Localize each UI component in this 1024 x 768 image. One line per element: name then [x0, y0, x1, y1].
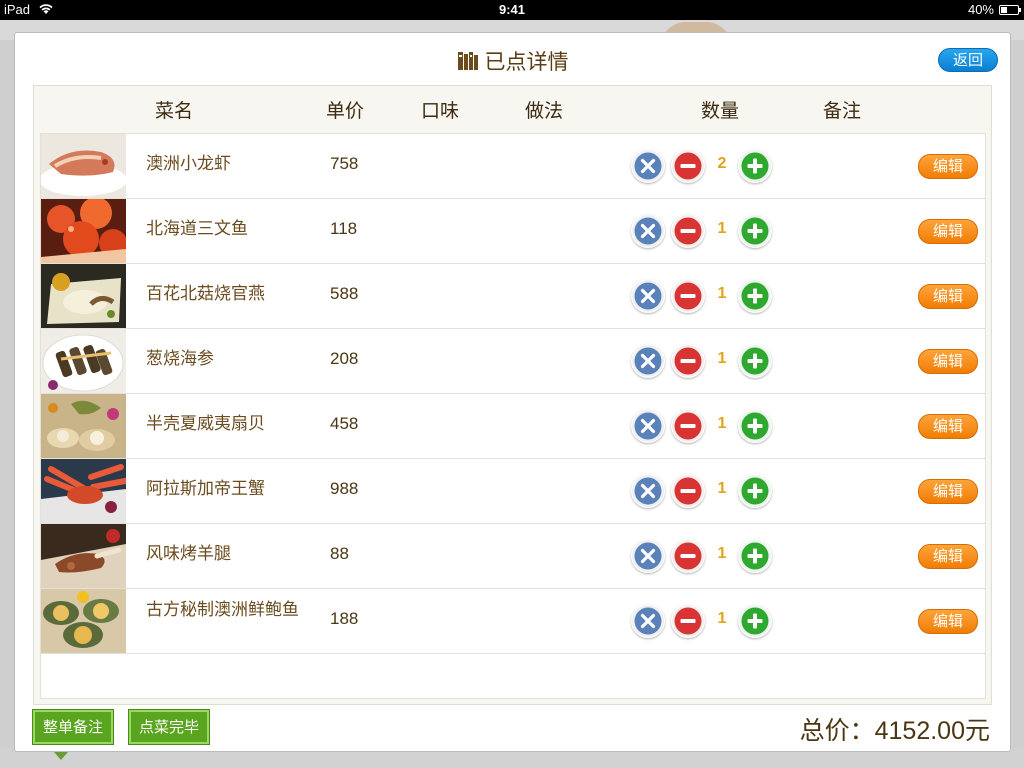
total-label: 总价： [799, 716, 875, 745]
edit-item-button[interactable]: 编辑 [918, 219, 978, 244]
order-note-button[interactable]: 整单备注 [32, 709, 114, 745]
ordered-items-panel: 菜名 单价 口味 做法 数量 备注 澳洲小龙虾 758 2 编辑 北海道三文鱼 … [33, 85, 992, 705]
column-header-method: 做法 [525, 100, 564, 122]
decrease-quantity-button[interactable] [671, 344, 705, 378]
column-header-note: 备注 [823, 100, 862, 122]
order-item-row: 阿拉斯加帝王蟹 988 1 编辑 [41, 459, 985, 524]
dish-name: 北海道三文鱼 [146, 219, 248, 239]
edit-item-button[interactable]: 编辑 [918, 154, 978, 179]
item-quantity: 1 [717, 545, 727, 562]
total-value: 4152.00元 [874, 717, 990, 745]
status-bar: iPad 9:41 40% [0, 0, 1024, 20]
increase-quantity-button[interactable] [738, 474, 772, 508]
item-quantity: 1 [717, 220, 727, 237]
item-quantity: 1 [717, 480, 727, 497]
delete-item-button[interactable] [631, 409, 665, 443]
order-item-row: 葱烧海参 208 1 编辑 [41, 329, 985, 394]
delete-item-button[interactable] [631, 214, 665, 248]
column-header-flavor: 口味 [421, 100, 460, 122]
delete-item-button[interactable] [631, 604, 665, 638]
edit-item-button[interactable]: 编辑 [918, 284, 978, 309]
dish-photo-sea-cucumber [41, 329, 126, 393]
column-header-name: 菜名 [155, 100, 194, 122]
item-quantity: 2 [717, 155, 727, 172]
item-quantity: 1 [717, 350, 727, 367]
dish-name: 澳洲小龙虾 [146, 154, 231, 174]
order-item-row: 北海道三文鱼 118 1 编辑 [41, 199, 985, 264]
dish-price: 208 [330, 349, 359, 368]
order-item-row: 澳洲小龙虾 758 2 编辑 [41, 134, 985, 199]
table-header: 菜名 单价 口味 做法 数量 备注 [34, 86, 991, 133]
order-item-row: 古方秘制澳洲鲜鲍鱼 188 1 编辑 [41, 589, 985, 654]
dish-photo-birdnest [41, 264, 126, 328]
delete-item-button[interactable] [631, 539, 665, 573]
dish-photo-lamb-leg [41, 524, 126, 588]
delete-item-button[interactable] [631, 149, 665, 183]
item-quantity: 1 [717, 415, 727, 432]
increase-quantity-button[interactable] [738, 604, 772, 638]
edit-item-button[interactable]: 编辑 [918, 349, 978, 374]
order-item-row: 百花北菇烧官燕 588 1 编辑 [41, 264, 985, 329]
decrease-quantity-button[interactable] [671, 214, 705, 248]
dish-price: 758 [330, 154, 359, 173]
decrease-quantity-button[interactable] [671, 409, 705, 443]
decrease-quantity-button[interactable] [671, 604, 705, 638]
increase-quantity-button[interactable] [738, 344, 772, 378]
delete-item-button[interactable] [631, 474, 665, 508]
edit-item-button[interactable]: 编辑 [918, 544, 978, 569]
dish-name: 半壳夏威夷扇贝 [146, 414, 265, 434]
edit-item-button[interactable]: 编辑 [918, 609, 978, 634]
dish-photo-abalone [41, 589, 126, 653]
dish-photo-scallop [41, 394, 126, 458]
dish-name: 阿拉斯加帝王蟹 [146, 479, 265, 499]
decrease-quantity-button[interactable] [671, 539, 705, 573]
decrease-quantity-button[interactable] [671, 279, 705, 313]
item-quantity: 1 [717, 285, 727, 302]
background-indicator-icon [54, 752, 68, 760]
order-item-row: 半壳夏威夷扇贝 458 1 编辑 [41, 394, 985, 459]
order-total: 总价：4152.00元 [800, 711, 990, 747]
edit-item-button[interactable]: 编辑 [918, 414, 978, 439]
decrease-quantity-button[interactable] [671, 474, 705, 508]
dish-price: 988 [330, 479, 359, 498]
dish-name: 葱烧海参 [146, 349, 214, 369]
decrease-quantity-button[interactable] [671, 149, 705, 183]
dish-price: 88 [330, 544, 349, 563]
back-button[interactable]: 返回 [938, 48, 998, 72]
column-header-quantity: 数量 [701, 100, 740, 122]
increase-quantity-button[interactable] [738, 279, 772, 313]
dish-name: 百花北菇烧官燕 [146, 284, 265, 304]
increase-quantity-button[interactable] [738, 149, 772, 183]
dish-price: 588 [330, 284, 359, 303]
dish-photo-salmon [41, 199, 126, 263]
increase-quantity-button[interactable] [738, 214, 772, 248]
delete-item-button[interactable] [631, 344, 665, 378]
column-header-price: 单价 [326, 100, 365, 122]
ordered-items-list[interactable]: 澳洲小龙虾 758 2 编辑 北海道三文鱼 118 1 编辑 百花北菇烧官燕 5… [40, 133, 986, 699]
item-quantity: 1 [717, 610, 727, 627]
order-details-dialog: 已点详情 返回 菜名 单价 口味 做法 数量 备注 澳洲小龙虾 758 2 编辑… [14, 32, 1011, 752]
dish-price: 458 [330, 414, 359, 433]
menu-book-icon [457, 51, 479, 76]
increase-quantity-button[interactable] [738, 409, 772, 443]
edit-item-button[interactable]: 编辑 [918, 479, 978, 504]
dish-name: 风味烤羊腿 [146, 544, 231, 564]
delete-item-button[interactable] [631, 279, 665, 313]
finish-ordering-button[interactable]: 点菜完毕 [128, 709, 210, 745]
dish-price: 118 [330, 219, 358, 238]
dish-photo-king-crab [41, 459, 126, 523]
dish-photo-lobster [41, 134, 126, 198]
clock: 9:41 [498, 2, 526, 17]
order-item-row: 风味烤羊腿 88 1 编辑 [41, 524, 985, 589]
dish-price: 188 [330, 609, 359, 628]
battery-icon [999, 5, 1021, 15]
increase-quantity-button[interactable] [738, 539, 772, 573]
battery-percent: 40% [967, 2, 994, 17]
dialog-title: 已点详情 [15, 46, 1010, 76]
dialog-title-text: 已点详情 [484, 50, 569, 74]
dish-name: 古方秘制澳洲鲜鲍鱼 [146, 600, 299, 620]
